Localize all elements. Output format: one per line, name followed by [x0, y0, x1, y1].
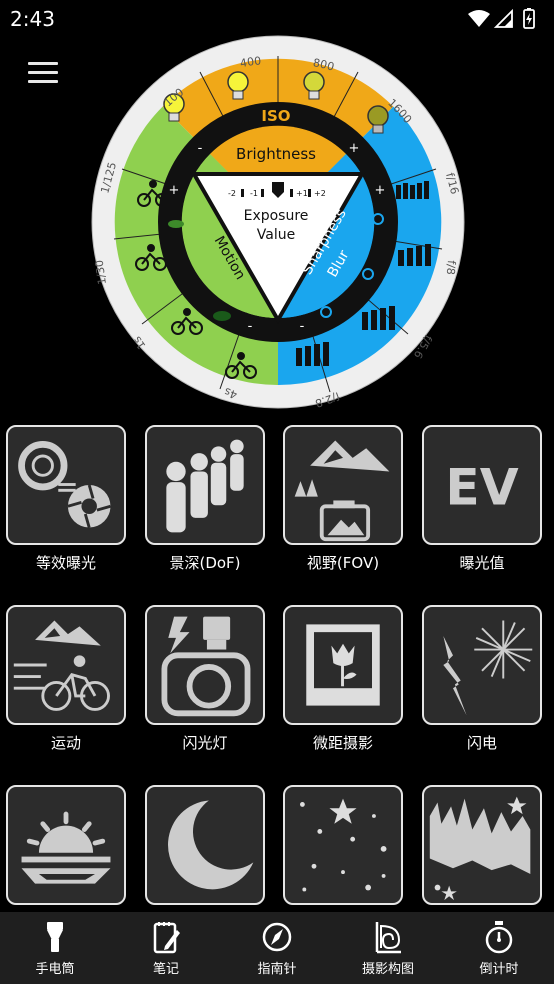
svg-text:-1: -1 [250, 189, 258, 198]
bottom-navigation: 手电筒 笔记 指南针 摄影构图 倒计时 [0, 912, 554, 984]
tile-aurora[interactable] [422, 785, 542, 905]
aperture-label-f8: f/8 [444, 260, 458, 276]
svg-text:+2: +2 [314, 189, 326, 198]
shutter-minus: - [248, 319, 253, 334]
brightness-label: Brightness [236, 145, 316, 163]
iso-minus: - [198, 141, 203, 156]
tile-moon[interactable] [145, 785, 265, 905]
aperture-minus: - [300, 319, 305, 334]
tile-label-depth-of-field: 景深(DoF) [169, 554, 241, 572]
tile-label-exposure-value: 曝光值 [459, 554, 505, 572]
motion-cyclist-icon [13, 620, 110, 711]
tile-stars[interactable] [283, 785, 403, 905]
nav-timer[interactable]: 倒计时 [444, 912, 554, 984]
tile-field-of-view[interactable] [283, 425, 403, 545]
nav-label-timer: 倒计时 [479, 962, 519, 977]
menu-button[interactable] [28, 62, 58, 86]
iso-plus: + [349, 141, 360, 156]
tile-flash[interactable] [145, 605, 265, 725]
exposure-label: Exposure [244, 208, 309, 224]
ev-icon: EV [445, 457, 518, 516]
turtle-icon [213, 311, 231, 321]
sunset-icon [21, 811, 111, 884]
status-icons [468, 8, 535, 29]
composition-icon [375, 922, 401, 954]
aurora-icon [429, 796, 531, 901]
notepad-icon [153, 922, 180, 954]
flash-camera-icon [161, 616, 251, 717]
nav-notes[interactable]: 笔记 [111, 912, 221, 984]
shutter-plus: + [169, 183, 180, 198]
aperture-plus: + [375, 183, 386, 198]
iso-title: ISO [261, 107, 290, 125]
wifi-icon [468, 10, 490, 27]
tile-sunset[interactable] [6, 785, 126, 905]
tile-label-equivalent-exposure: 等效曝光 [35, 554, 96, 572]
tile-motion[interactable] [6, 605, 126, 725]
tile-lightning[interactable] [422, 605, 542, 725]
nav-compass[interactable]: 指南针 [222, 912, 332, 984]
status-time: 2:43 [10, 7, 55, 31]
lightning-fireworks-icon [443, 620, 533, 716]
macro-flower-icon [306, 624, 380, 706]
nav-composition[interactable]: 摄影构图 [333, 912, 443, 984]
nav-flashlight[interactable]: 手电筒 [0, 912, 110, 984]
nav-label-flashlight: 手电筒 [35, 962, 75, 977]
svg-text:EV: EV [445, 457, 518, 516]
stopwatch-icon [485, 921, 513, 954]
tile-label-motion: 运动 [50, 734, 81, 752]
moon-icon [168, 800, 254, 890]
nav-label-notes: 笔记 [152, 962, 179, 977]
tile-depth-of-field[interactable] [145, 425, 265, 545]
nav-label-composition: 摄影构图 [361, 962, 414, 977]
svg-text:+1: +1 [296, 189, 308, 198]
aperture-equivalence-icon [18, 441, 111, 528]
tile-equivalent-exposure[interactable] [6, 425, 126, 545]
tile-exposure-value[interactable]: EV [422, 425, 542, 545]
nav-label-compass: 指南针 [257, 962, 297, 977]
exposure-triangle-dial[interactable]: 100 400 800 1600 f/16 f/8 f/5.6 f/2.8 4s… [90, 34, 466, 410]
tile-macro[interactable] [283, 605, 403, 725]
status-bar: 2:43 [0, 0, 554, 38]
depth-of-field-people-icon [166, 439, 244, 533]
tile-label-lightning: 闪电 [466, 734, 497, 752]
stars-icon [299, 798, 387, 892]
tile-label-field-of-view: 视野(FOV) [306, 554, 380, 572]
rabbit-icon [168, 220, 184, 228]
field-of-view-camera-icon [294, 440, 390, 542]
tile-label-macro: 微距摄影 [312, 734, 373, 752]
value-label: Value [257, 227, 295, 243]
tile-label-flash: 闪光灯 [182, 734, 228, 752]
svg-text:-2: -2 [228, 189, 236, 198]
compass-icon [262, 922, 292, 952]
flashlight-icon [47, 922, 63, 952]
